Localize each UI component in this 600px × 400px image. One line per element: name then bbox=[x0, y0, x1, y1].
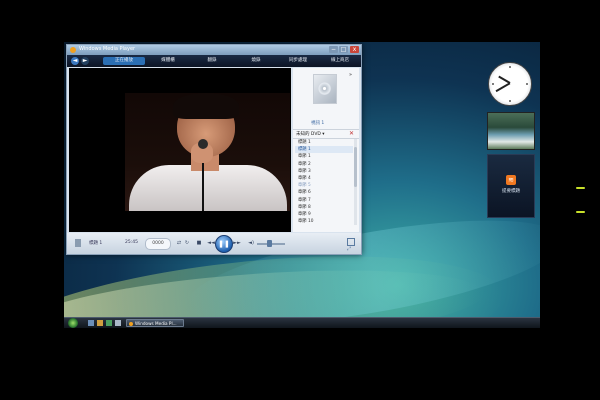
singer-hair bbox=[173, 93, 239, 119]
singer-shirt bbox=[129, 165, 287, 211]
list-scrollbar[interactable] bbox=[354, 139, 357, 225]
clock-tick bbox=[526, 83, 528, 85]
feed-label: 提要標題 bbox=[502, 189, 520, 194]
clock-tick bbox=[492, 83, 494, 85]
track-list-item[interactable]: 章節 3 bbox=[295, 168, 353, 175]
track-list-item[interactable]: 章節 4 bbox=[295, 175, 353, 182]
feed-headlines-gadget[interactable]: ≋ 提要標題 bbox=[487, 154, 535, 218]
elapsed-time: 25:45 bbox=[125, 240, 138, 245]
list-pane: » 視訊 1 未知的 DVD ▾ ✕ 標題 1 標題 1 章節 1 章節 2 章節 3章… bbox=[293, 68, 359, 232]
monitor-led bbox=[576, 187, 585, 189]
stop-button[interactable]: ■ bbox=[195, 239, 203, 247]
tab-burn[interactable]: 燒錄 bbox=[235, 57, 277, 65]
desktop-screen: Windows Media Player − □ x ◄ ► 正在播放 媒體櫃 … bbox=[64, 42, 540, 328]
speed-display[interactable]: 0000 bbox=[145, 238, 171, 250]
tab-sync[interactable]: 同步處理 bbox=[277, 57, 319, 65]
next-button[interactable]: ►► bbox=[233, 239, 241, 247]
clock-tick bbox=[509, 100, 511, 102]
system-tray bbox=[389, 320, 537, 327]
repeat-icon[interactable]: ↻ bbox=[183, 239, 191, 247]
track-list: 標題 1 標題 1 章節 1 章節 2 章節 3 章節 4 章節 5 章節 6 章節 7 章節 8… bbox=[295, 139, 353, 227]
quicklaunch-media-icon[interactable] bbox=[106, 320, 112, 326]
now-playing-icon bbox=[75, 239, 81, 247]
quicklaunch-desktop-icon[interactable] bbox=[88, 320, 94, 326]
fullscreen-icon[interactable]: ⤢ bbox=[347, 246, 351, 252]
album-art bbox=[313, 74, 337, 104]
clock-minute-hand bbox=[495, 82, 511, 92]
dvd-dropdown[interactable]: 未知的 DVD ▾ bbox=[296, 131, 325, 137]
playback-controls: 標題 1 25:45 0000 ⇄ ↻ ■ ◄◄ ❚❚ ►► ◄) ⤢ bbox=[67, 233, 361, 254]
previous-button[interactable]: ◄◄ bbox=[207, 239, 215, 247]
taskbar: Windows Media Pl... bbox=[64, 317, 540, 328]
volume-knob[interactable] bbox=[267, 240, 272, 247]
clock-gadget[interactable] bbox=[488, 62, 532, 106]
clear-list-icon[interactable]: ✕ bbox=[349, 130, 354, 137]
video-frame bbox=[125, 93, 290, 211]
monitor-led bbox=[576, 211, 585, 213]
tab-now-playing[interactable]: 正在播放 bbox=[103, 57, 145, 65]
minimize-button[interactable]: − bbox=[329, 46, 338, 53]
scrollbar-thumb[interactable] bbox=[354, 147, 357, 187]
window-title: Windows Media Player bbox=[79, 46, 136, 52]
wmp-icon bbox=[129, 321, 133, 326]
pane-expand-icon[interactable]: » bbox=[349, 72, 352, 78]
clock-tick bbox=[509, 66, 511, 68]
track-list-item[interactable]: 章節 2 bbox=[295, 161, 353, 168]
slideshow-gadget[interactable] bbox=[487, 112, 535, 150]
player-nav-bar: ◄ ► 正在播放 媒體櫃 翻錄 燒錄 同步處理 線上商店 bbox=[67, 55, 361, 67]
play-pause-button[interactable]: ❚❚ bbox=[215, 235, 233, 253]
track-list-item[interactable]: 章節 8 bbox=[295, 204, 353, 211]
track-list-item[interactable]: 標題 1 bbox=[295, 139, 353, 146]
track-list-item[interactable]: 章節 5 bbox=[295, 182, 353, 189]
disc-icon bbox=[318, 82, 331, 95]
track-list-item[interactable]: 章節 9 bbox=[295, 211, 353, 218]
track-list-item[interactable]: 章節 10 bbox=[295, 218, 353, 225]
taskbar-button-label: Windows Media Pl... bbox=[135, 321, 177, 326]
switch-view-icon[interactable] bbox=[347, 238, 355, 246]
now-playing-label: 標題 1 bbox=[89, 241, 103, 246]
tab-library[interactable]: 媒體櫃 bbox=[147, 57, 189, 65]
media-player-window: Windows Media Player − □ x ◄ ► 正在播放 媒體櫃 … bbox=[66, 44, 362, 255]
track-list-item[interactable]: 章節 1 bbox=[295, 153, 353, 160]
album-label: 視訊 1 bbox=[311, 121, 325, 126]
track-list-item[interactable]: 標題 1 bbox=[295, 146, 353, 154]
close-button[interactable]: x bbox=[350, 46, 359, 53]
quicklaunch-folder-icon[interactable] bbox=[97, 320, 103, 326]
shuffle-icon[interactable]: ⇄ bbox=[175, 239, 183, 247]
forward-icon[interactable]: ► bbox=[81, 57, 89, 65]
tab-rip[interactable]: 翻錄 bbox=[191, 57, 233, 65]
dvd-header: 未知的 DVD ▾ ✕ bbox=[293, 129, 359, 139]
back-icon[interactable]: ◄ bbox=[71, 57, 79, 65]
rss-icon: ≋ bbox=[506, 175, 516, 185]
maximize-button[interactable]: □ bbox=[339, 46, 348, 53]
track-list-item[interactable]: 章節 6 bbox=[295, 189, 353, 196]
quicklaunch-switch-icon[interactable] bbox=[115, 320, 121, 326]
wmp-icon bbox=[70, 47, 76, 53]
track-list-item[interactable]: 章節 7 bbox=[295, 197, 353, 204]
window-titlebar[interactable]: Windows Media Player − □ x bbox=[67, 45, 361, 55]
tab-online-store[interactable]: 線上商店 bbox=[319, 57, 361, 65]
mute-icon[interactable]: ◄) bbox=[247, 239, 255, 247]
start-orb-icon[interactable] bbox=[68, 318, 78, 328]
video-area[interactable] bbox=[69, 68, 291, 232]
taskbar-button-wmp[interactable]: Windows Media Pl... bbox=[126, 319, 184, 327]
microphone bbox=[198, 139, 208, 149]
